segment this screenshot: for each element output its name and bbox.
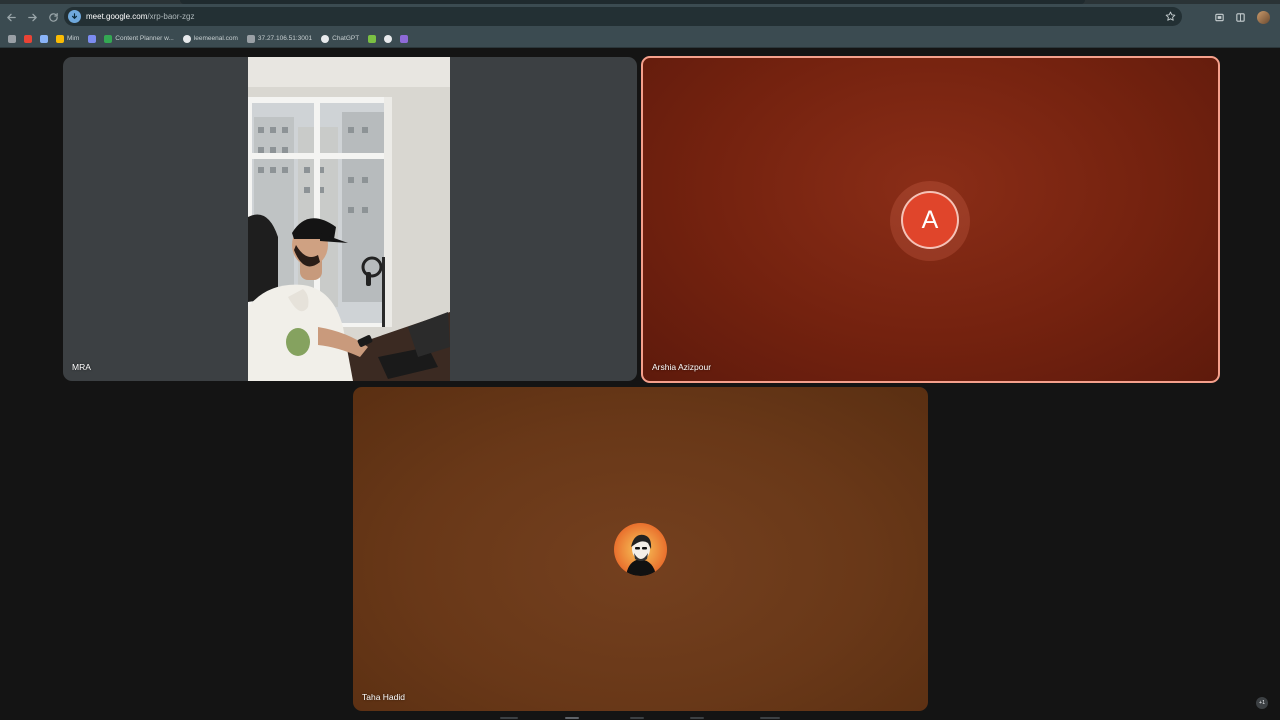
browser-toolbar: meet.google.com/xrp-baor-zgz xyxy=(0,4,1280,30)
url-host: meet.google.com xyxy=(86,12,148,21)
cast-icon xyxy=(1214,13,1224,21)
bookmark-label: 37.27.106.51:3001 xyxy=(257,35,313,42)
url-text: meet.google.com/xrp-baor-zgz xyxy=(86,12,195,21)
avatar xyxy=(614,523,667,576)
gmail-icon xyxy=(24,34,32,43)
bookmark-icon xyxy=(56,34,64,43)
url-path: /xrp-baor-zgz xyxy=(147,12,195,21)
video-frame-illustration xyxy=(248,57,450,381)
globe-icon xyxy=(182,34,191,43)
chatgpt-icon xyxy=(321,34,330,43)
apps-grid-icon xyxy=(8,34,16,43)
bookmark-item[interactable] xyxy=(368,34,379,43)
green-app-icon xyxy=(368,34,377,43)
participant-tile-mra[interactable]: MRA xyxy=(63,57,637,381)
controls-bar-hint xyxy=(490,716,800,720)
bookmark-item[interactable] xyxy=(400,34,411,43)
puzzle-icon xyxy=(1235,12,1245,22)
cast-button[interactable] xyxy=(1209,7,1229,27)
star-icon[interactable] xyxy=(1165,11,1176,22)
participant-video xyxy=(248,57,450,381)
bookmark-item[interactable]: 37.27.106.51:3001 xyxy=(246,34,313,43)
reload-button[interactable] xyxy=(43,7,63,27)
forward-button[interactable] xyxy=(22,7,42,27)
participant-name: MRA xyxy=(72,362,91,372)
bookmark-label: Content Planner w... xyxy=(115,35,174,42)
extensions-button[interactable] xyxy=(1230,7,1250,27)
bookmark-item[interactable]: ChatGPT xyxy=(321,34,360,43)
toolbar-divider xyxy=(0,47,1280,48)
purple-app-icon xyxy=(400,34,409,43)
bookmark-label: ChatGPT xyxy=(332,35,360,42)
github-icon xyxy=(384,34,393,43)
folder-icon xyxy=(40,34,48,43)
participant-tile-arshia[interactable]: A Arshia Azizpour xyxy=(641,56,1220,383)
profile-avatar[interactable] xyxy=(1257,10,1270,24)
bookmark-item[interactable] xyxy=(24,34,35,43)
bookmark-item[interactable] xyxy=(88,34,99,43)
site-info-button[interactable] xyxy=(68,10,81,23)
bookmark-item[interactable]: Content Planner w... xyxy=(104,34,174,43)
participant-name: Taha Hadid xyxy=(362,692,406,702)
address-bar[interactable]: meet.google.com/xrp-baor-zgz xyxy=(64,7,1182,26)
planner-icon xyxy=(104,34,113,43)
arrow-right-icon xyxy=(27,13,37,21)
server-icon xyxy=(246,34,255,43)
bookmark-item[interactable]: leemeenal.com xyxy=(182,34,238,43)
bookmark-item[interactable] xyxy=(40,34,51,43)
download-badge-icon xyxy=(71,13,78,20)
avatar: A xyxy=(903,193,957,247)
bookmark-item[interactable] xyxy=(384,34,395,43)
bookmark-item[interactable] xyxy=(8,34,19,43)
toolbar-actions xyxy=(1209,4,1280,30)
profile-photo xyxy=(626,534,656,576)
bookmarks-bar: Mim Content Planner w... leemeenal.com 37.2… xyxy=(0,30,1280,47)
bookmark-item[interactable]: Mim xyxy=(56,34,80,43)
bookmark-label: Mim xyxy=(67,35,80,42)
participant-tile-taha[interactable]: Taha Hadid xyxy=(353,387,928,711)
more-participants-badge[interactable]: +1 xyxy=(1256,697,1268,709)
arrow-left-icon xyxy=(6,13,16,21)
bookmark-label: leemeenal.com xyxy=(193,35,238,42)
participant-name: Arshia Azizpour xyxy=(652,362,712,372)
layers-icon xyxy=(88,34,97,43)
reload-icon xyxy=(48,12,58,22)
back-button[interactable] xyxy=(1,7,21,27)
